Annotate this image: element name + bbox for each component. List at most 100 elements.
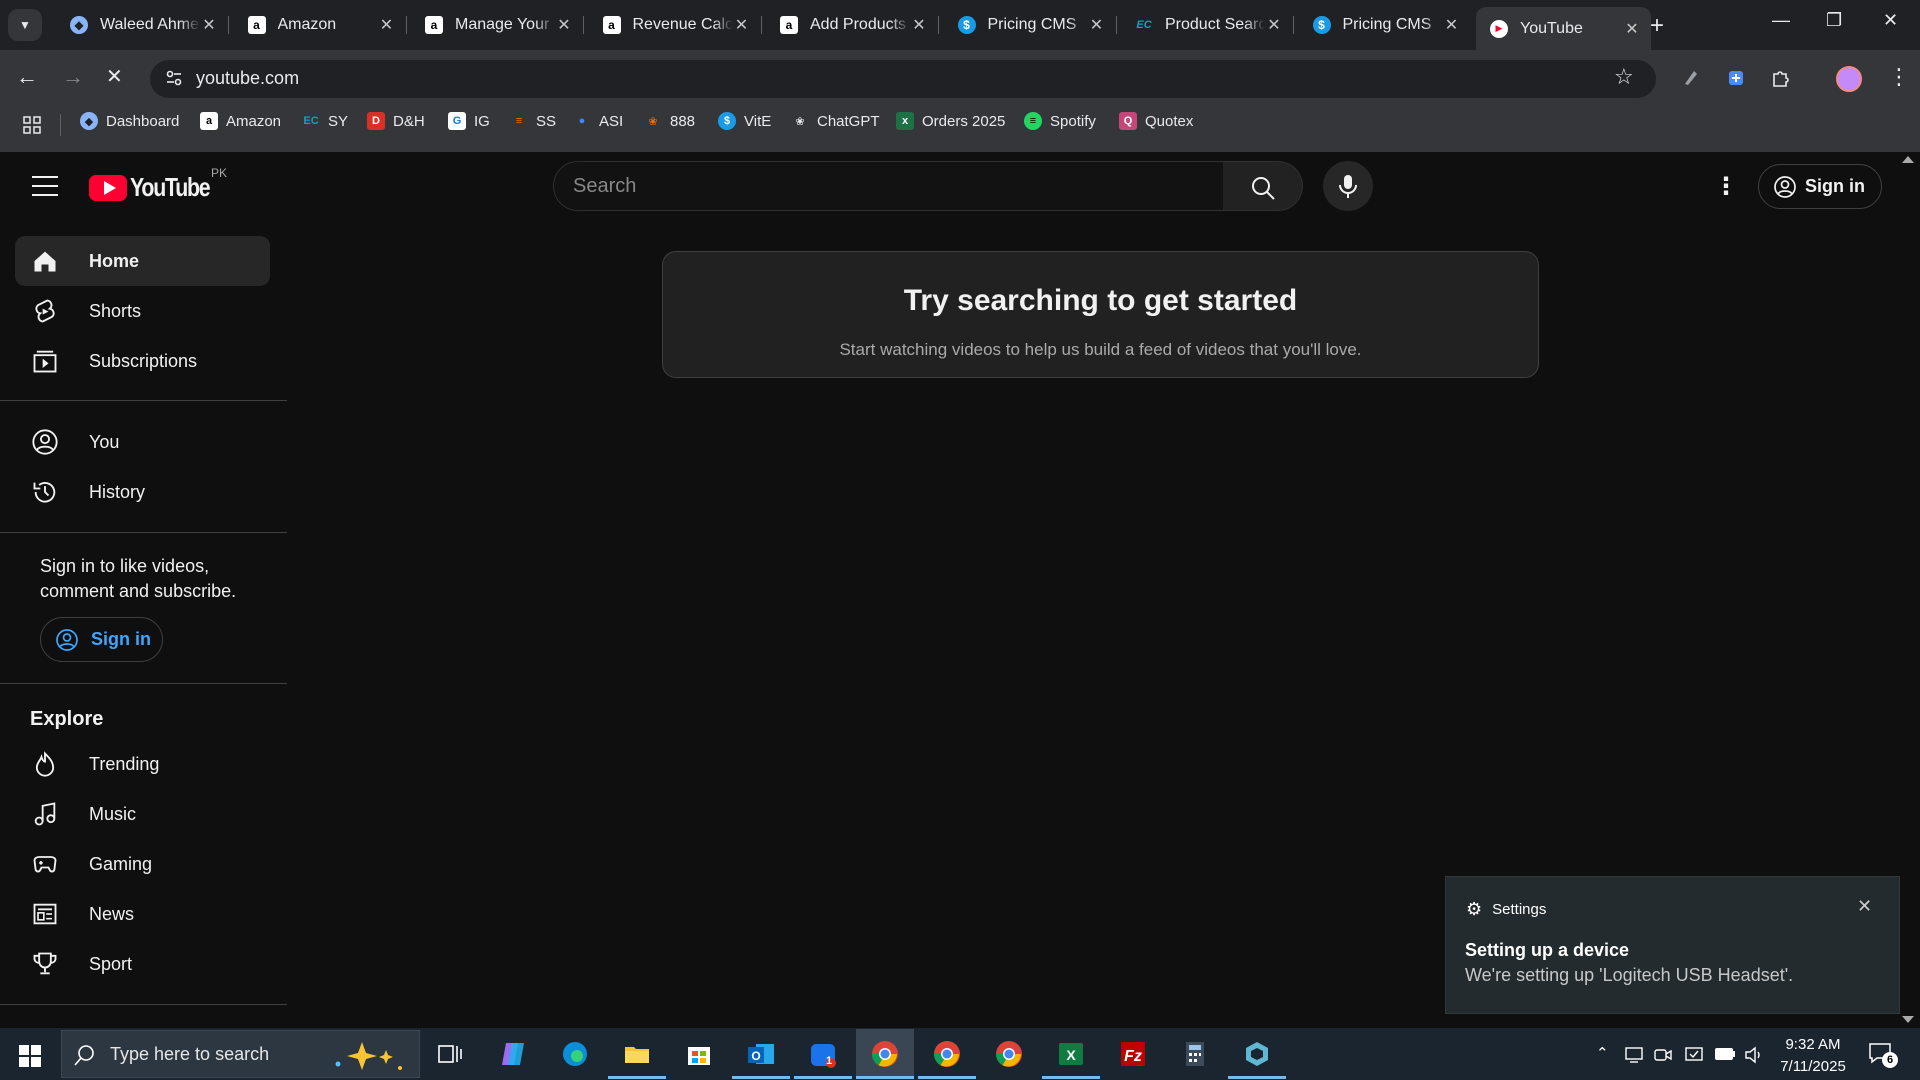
bookmark-item[interactable]: $ VitE xyxy=(718,112,771,130)
bookmark-item[interactable]: EC SY xyxy=(302,112,348,130)
sidebar-item-subscriptions[interactable]: Subscriptions xyxy=(15,336,270,386)
dh-icon: D xyxy=(367,112,385,130)
sidebar-item-news[interactable]: News xyxy=(15,889,270,939)
extension-icon[interactable] xyxy=(1725,67,1747,89)
bookmark-label: VitE xyxy=(744,112,772,130)
new-tab-button[interactable]: + xyxy=(1650,12,1664,40)
profile-avatar[interactable] xyxy=(1836,66,1862,92)
chrome-icon[interactable] xyxy=(930,1037,964,1071)
bookmark-star-icon[interactable]: ☆ xyxy=(1614,64,1634,90)
voice-search-button[interactable] xyxy=(1323,161,1373,211)
close-tab-icon[interactable]: ✕ xyxy=(378,15,396,35)
close-tab-icon[interactable]: ✕ xyxy=(555,15,573,35)
restore-button[interactable]: ❐ xyxy=(1826,10,1842,31)
close-tab-icon[interactable]: ✕ xyxy=(910,15,928,35)
tab-title: Add Products xyxy=(810,16,907,33)
outlook-icon[interactable]: O xyxy=(744,1037,778,1071)
close-tab-icon[interactable]: ✕ xyxy=(1623,19,1641,39)
ec-icon: EC xyxy=(303,115,319,127)
settings-menu-icon[interactable]: ⋮ xyxy=(1714,172,1738,201)
display-icon[interactable] xyxy=(1684,1045,1704,1065)
task-view-icon[interactable] xyxy=(433,1037,467,1071)
bookmark-item[interactable]: ≡ SS xyxy=(510,112,556,130)
tab-search-button[interactable]: ▼ xyxy=(8,9,42,41)
svg-text:X: X xyxy=(1066,1047,1076,1063)
youtube-logo[interactable]: YouTube xyxy=(89,172,227,203)
battery-icon[interactable] xyxy=(1714,1047,1736,1061)
browser-tab[interactable]: $ Pricing CMS ✕ xyxy=(1299,7,1471,43)
url-text[interactable]: youtube.com xyxy=(196,68,299,89)
network-icon[interactable] xyxy=(1624,1046,1644,1064)
tray-overflow-icon[interactable]: ⌃ xyxy=(1596,1044,1609,1062)
sidebar-item-trending[interactable]: Trending xyxy=(15,739,270,789)
browser-tab[interactable]: ◆ Waleed Ahmed ✕ xyxy=(56,7,229,43)
browser-tab[interactable]: a Manage Your ✕ xyxy=(411,7,584,43)
sidebar-item-you[interactable]: You xyxy=(15,417,270,467)
action-center-button[interactable]: 6 xyxy=(1868,1042,1898,1068)
bookmark-item[interactable]: a Amazon xyxy=(200,112,281,130)
bookmark-item[interactable]: ≡ Spotify xyxy=(1024,112,1096,130)
edge-icon[interactable] xyxy=(558,1037,592,1071)
file-explorer-icon[interactable] xyxy=(620,1037,654,1071)
meet-now-icon[interactable] xyxy=(1654,1046,1672,1064)
sidebar-item-home[interactable]: Home xyxy=(15,236,270,286)
puzzle-icon[interactable] xyxy=(1770,67,1792,89)
volume-icon[interactable] xyxy=(1744,1045,1764,1065)
sidebar-item-music[interactable]: Music xyxy=(15,789,270,839)
browser-tab[interactable]: a Add Products ✕ xyxy=(766,7,939,43)
site-info-icon[interactable] xyxy=(164,68,184,88)
minimize-button[interactable]: — xyxy=(1772,10,1790,31)
chrome-icon[interactable] xyxy=(856,1029,914,1079)
bookmark-item[interactable]: G IG xyxy=(448,112,490,130)
sign-in-button[interactable]: Sign in xyxy=(1758,164,1882,209)
excel-icon[interactable]: X xyxy=(1054,1037,1088,1071)
search-button[interactable] xyxy=(1223,161,1303,211)
search-input[interactable] xyxy=(573,172,1213,200)
bookmark-item[interactable]: ◆ Dashboard xyxy=(80,112,179,130)
stop-loading-button[interactable]: ✕ xyxy=(106,64,123,89)
calculator-icon[interactable] xyxy=(1178,1037,1212,1071)
sidebar-item-shorts[interactable]: Shorts xyxy=(15,286,270,336)
close-tab-icon[interactable]: ✕ xyxy=(1265,15,1283,35)
apps-grid-icon[interactable] xyxy=(22,115,42,135)
close-tab-icon[interactable]: ✕ xyxy=(200,15,218,35)
bookmark-item[interactable]: ● ASI xyxy=(573,112,624,130)
close-tab-icon[interactable]: ✕ xyxy=(733,15,751,35)
guide-menu-button[interactable] xyxy=(32,176,58,196)
forward-button[interactable]: → xyxy=(62,64,84,90)
browser-tab[interactable]: EC Product Search ✕ xyxy=(1121,7,1294,43)
chatgpt-icon: ❀ xyxy=(795,115,805,128)
address-bar[interactable] xyxy=(150,60,1656,98)
bookmark-item[interactable]: x Orders 2025 xyxy=(896,112,1005,130)
copilot-icon[interactable] xyxy=(496,1037,530,1071)
browser-tab[interactable]: $ Pricing CMS ✕ xyxy=(944,7,1117,43)
sidebar-item-history[interactable]: History xyxy=(15,467,270,517)
chrome-icon[interactable] xyxy=(992,1037,1026,1071)
sidebar-item-label: Home xyxy=(89,250,140,271)
system-clock[interactable]: 9:32 AM 7/11/2025 xyxy=(1772,1034,1854,1078)
sidebar-item-gaming[interactable]: Gaming xyxy=(15,839,270,889)
filezilla-icon[interactable]: Fz xyxy=(1116,1037,1150,1071)
toast-close-icon[interactable]: ✕ xyxy=(1857,896,1872,917)
close-window-button[interactable]: ✕ xyxy=(1883,10,1898,31)
scroll-down-arrow[interactable] xyxy=(1902,1016,1914,1023)
close-tab-icon[interactable]: ✕ xyxy=(1088,15,1106,35)
sidebar-item-sport[interactable]: Sport xyxy=(15,939,270,989)
bookmark-item[interactable]: Q Quotex xyxy=(1119,112,1193,130)
bookmark-item[interactable]: ❀ 888 xyxy=(644,112,695,130)
extension-icon[interactable] xyxy=(1680,67,1702,89)
bookmark-item[interactable]: ❀ ChatGPT xyxy=(791,112,879,130)
calendar-app-icon[interactable]: 1 xyxy=(806,1037,840,1071)
store-icon[interactable] xyxy=(682,1037,716,1071)
sidebar-sign-in-button[interactable]: Sign in xyxy=(40,617,163,662)
windows-start-icon[interactable] xyxy=(19,1045,41,1067)
browser-tab[interactable]: a Amazon ✕ xyxy=(234,7,407,43)
scroll-up-arrow[interactable] xyxy=(1902,156,1914,163)
browser-tab[interactable]: ▶ YouTube ✕ xyxy=(1476,7,1651,50)
bookmark-item[interactable]: D D&H xyxy=(367,112,425,130)
browser-tab[interactable]: a Revenue Calc ✕ xyxy=(589,7,762,43)
app-icon[interactable] xyxy=(1240,1037,1274,1071)
close-tab-icon[interactable]: ✕ xyxy=(1443,15,1461,35)
chrome-menu-icon[interactable]: ⋮ xyxy=(1888,64,1910,90)
back-button[interactable]: ← xyxy=(16,64,38,90)
